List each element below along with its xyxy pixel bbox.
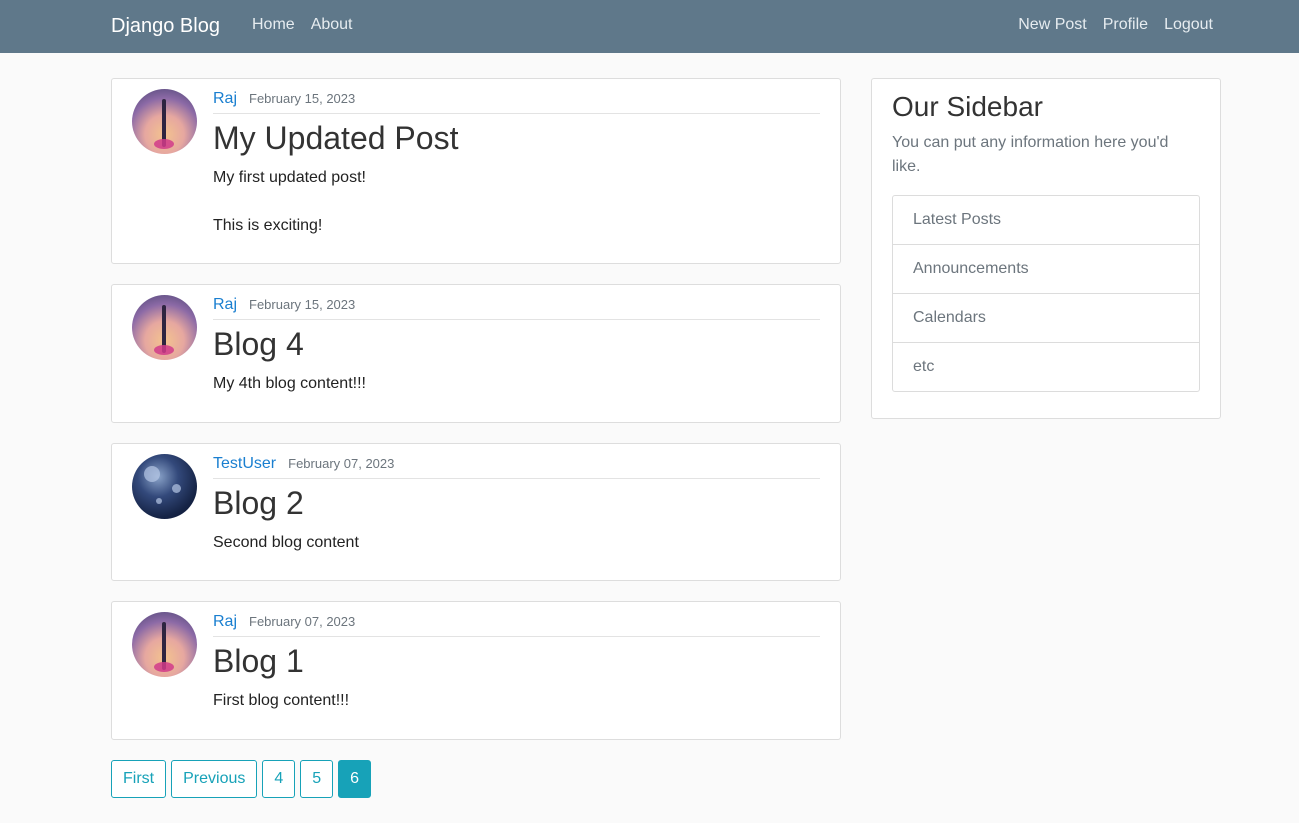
- nav-profile-link[interactable]: Profile: [1103, 15, 1148, 35]
- nav-home-link[interactable]: Home: [252, 15, 295, 35]
- page-previous-button[interactable]: Previous: [171, 760, 258, 798]
- nav-about-link[interactable]: About: [311, 15, 353, 35]
- post-list: Raj February 15, 2023 My Updated Post My…: [111, 78, 841, 760]
- post-date: February 15, 2023: [249, 91, 356, 106]
- sidebar-title: Our Sidebar: [892, 91, 1043, 122]
- sidebar: Our Sidebar You can put any information …: [871, 78, 1221, 419]
- post-content: First blog content!!!: [213, 692, 350, 709]
- post-author-link[interactable]: Raj: [213, 89, 237, 109]
- nav-left: Home About: [252, 15, 353, 35]
- post-card: Raj February 07, 2023 Blog 1 First blog …: [111, 601, 841, 740]
- post-card: TestUser February 07, 2023 Blog 2 Second…: [111, 443, 841, 581]
- post-meta: Raj February 15, 2023: [213, 89, 820, 114]
- post-date: February 07, 2023: [249, 614, 356, 629]
- top-navbar: Django Blog Home About New Post Profile …: [0, 0, 1299, 53]
- raj-avatar: [132, 89, 197, 154]
- nav-new-post-link[interactable]: New Post: [1018, 15, 1086, 35]
- page-6-button[interactable]: 6: [338, 760, 372, 798]
- brand-link[interactable]: Django Blog: [111, 13, 220, 39]
- post-content: Second blog content: [213, 534, 359, 551]
- testuser-avatar: [132, 454, 197, 519]
- post-meta: Raj February 07, 2023: [213, 612, 820, 637]
- page-5-button[interactable]: 5: [300, 760, 334, 798]
- post-card: Raj February 15, 2023 My Updated Post My…: [111, 78, 841, 264]
- sidebar-item-calendars[interactable]: Calendars: [893, 294, 1199, 343]
- page-first-button[interactable]: First: [111, 760, 167, 798]
- post-title[interactable]: Blog 4: [213, 326, 820, 362]
- post-content: My 4th blog content!!!: [213, 375, 366, 392]
- post-date: February 15, 2023: [249, 297, 356, 312]
- post-author-link[interactable]: TestUser: [213, 454, 276, 474]
- nav-logout-link[interactable]: Logout: [1164, 15, 1213, 35]
- pagination: First Previous 4 5 6: [111, 760, 372, 798]
- post-author-link[interactable]: Raj: [213, 295, 237, 315]
- sidebar-description: You can put any information here you'd l…: [892, 134, 1169, 175]
- post-title[interactable]: Blog 1: [213, 643, 820, 679]
- sidebar-item-etc[interactable]: etc: [893, 343, 1199, 391]
- page-4-button[interactable]: 4: [262, 760, 296, 798]
- post-meta: TestUser February 07, 2023: [213, 454, 820, 479]
- post-title[interactable]: My Updated Post: [213, 120, 820, 156]
- post-title[interactable]: Blog 2: [213, 485, 820, 521]
- post-meta: Raj February 15, 2023: [213, 295, 820, 320]
- sidebar-item-announcements[interactable]: Announcements: [893, 245, 1199, 294]
- sidebar-item-latest-posts[interactable]: Latest Posts: [893, 196, 1199, 245]
- post-author-link[interactable]: Raj: [213, 612, 237, 632]
- post-card: Raj February 15, 2023 Blog 4 My 4th blog…: [111, 284, 841, 423]
- post-content: My first updated post! This is exciting!: [213, 169, 366, 234]
- raj-avatar: [132, 295, 197, 360]
- sidebar-list: Latest Posts Announcements Calendars etc: [892, 195, 1200, 392]
- raj-avatar: [132, 612, 197, 677]
- post-date: February 07, 2023: [288, 456, 395, 471]
- nav-right: New Post Profile Logout: [1018, 15, 1213, 35]
